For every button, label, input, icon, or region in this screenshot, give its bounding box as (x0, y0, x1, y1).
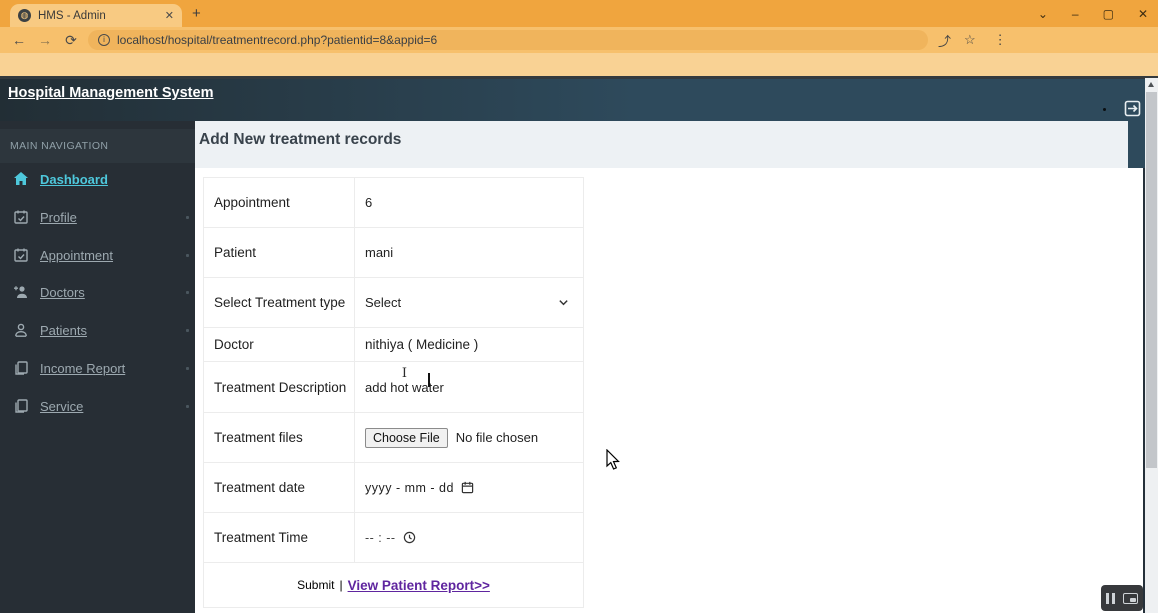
address-bar[interactable]: i localhost/hospital/treatmentrecord.php… (88, 30, 928, 50)
form-row: Treatment Time -- : -- (204, 513, 583, 563)
calendar-check-icon (13, 247, 29, 263)
tab-favicon-globe-icon: ◍ (18, 9, 31, 22)
field-label: Appointment (204, 178, 355, 227)
submenu-caret-icon (186, 328, 189, 332)
home-icon (13, 171, 29, 187)
form-row: Doctor nithiya ( Medicine ) (204, 328, 583, 362)
tab-search-chevron-icon[interactable]: ⌄ (1038, 7, 1048, 21)
file-status-text: No file chosen (455, 430, 539, 445)
tab-title: HMS - Admin (38, 9, 106, 22)
sidebar-section-label: MAIN NAVIGATION (0, 129, 195, 163)
window-maximize-button[interactable]: ▢ (1103, 7, 1114, 21)
form-row: Select Treatment type Select (204, 278, 583, 328)
back-button[interactable]: ← (6, 32, 32, 48)
reload-button[interactable]: ⟳ (58, 32, 84, 49)
appointment-value: 6 (365, 195, 373, 210)
submenu-caret-icon (186, 366, 189, 370)
window-close-button[interactable]: ✕ (1138, 7, 1148, 21)
field-label: Patient (204, 228, 355, 277)
app-title-link[interactable]: Hospital Management System (8, 85, 213, 101)
forward-button[interactable]: → (32, 32, 58, 48)
form-row: Patient mani (204, 228, 583, 278)
sidebar-item-income-report[interactable]: Income Report (0, 349, 195, 387)
sidebar-item-appointment[interactable]: Appointment (0, 236, 195, 274)
choose-file-button[interactable]: Choose File (365, 427, 448, 448)
calendar-check-icon (13, 209, 29, 225)
new-tab-button[interactable]: + (192, 5, 201, 22)
bookmarks-bar (0, 53, 1158, 76)
chevron-down-icon (558, 297, 569, 308)
site-info-icon[interactable]: i (98, 34, 110, 46)
form-row: Appointment 6 (204, 178, 583, 228)
url-text: localhost/hospital/treatmentrecord.php?p… (117, 33, 438, 47)
form-actions: Submit | View Patient Report>> (204, 563, 583, 607)
report-pages-icon (13, 398, 29, 414)
treatment-date-input[interactable]: yyyy - mm - dd (355, 463, 583, 512)
person-icon (13, 322, 29, 338)
field-label: Select Treatment type (204, 278, 355, 327)
sidebar-item-profile[interactable]: Profile (0, 198, 195, 236)
window-minimize-button[interactable]: – (1072, 7, 1079, 21)
submenu-caret-icon (186, 404, 189, 408)
field-label: Treatment date (204, 463, 355, 512)
ibeam-cursor: I (401, 366, 408, 381)
field-label: Treatment Description (204, 362, 355, 412)
share-icon[interactable]: ⤴ (938, 31, 951, 50)
calendar-icon[interactable] (461, 481, 474, 494)
divider-text: | (339, 578, 343, 592)
scrollbar-up-arrow-icon[interactable] (1148, 82, 1154, 87)
logout-icon[interactable] (1124, 100, 1141, 117)
clock-icon[interactable] (403, 531, 416, 544)
sidebar: MAIN NAVIGATION Dashboard Profile Appoin… (0, 121, 195, 613)
tab-close-icon[interactable]: ✕ (165, 9, 174, 22)
treatment-type-select[interactable]: Select (365, 295, 583, 310)
patient-value: mani (365, 245, 394, 260)
scrollbar-thumb[interactable] (1146, 92, 1157, 468)
doctor-value: nithiya ( Medicine ) (365, 337, 479, 352)
field-label: Treatment Time (204, 513, 355, 562)
report-pages-icon (13, 360, 29, 376)
submenu-caret-icon (186, 290, 189, 294)
form-row: Treatment date yyyy - mm - dd (204, 463, 583, 513)
page-title: Add New treatment records (195, 121, 1128, 168)
form-row: Treatment Description add hot water (204, 362, 583, 413)
sidebar-item-patients[interactable]: Patients (0, 311, 195, 349)
field-label: Treatment files (204, 413, 355, 462)
bookmark-star-icon[interactable]: ☆ (964, 32, 976, 48)
treatment-time-input[interactable]: -- : -- (355, 513, 583, 562)
treatment-form: Appointment 6 Patient mani Select Treatm… (203, 177, 584, 608)
browser-menu-icon[interactable]: ⋮ (994, 32, 1007, 48)
header-dot (1103, 108, 1106, 111)
text-caret (428, 373, 430, 387)
mouse-cursor (606, 448, 621, 476)
sidebar-item-doctors[interactable]: Doctors (0, 273, 195, 311)
media-control-overlay[interactable] (1101, 585, 1143, 611)
view-patient-report-link[interactable]: View Patient Report>> (348, 578, 490, 593)
submenu-caret-icon (186, 253, 189, 257)
treatment-description-input[interactable]: add hot water (355, 362, 583, 412)
field-label: Doctor (204, 328, 355, 361)
app-header: Hospital Management System (0, 79, 1158, 121)
sidebar-item-dashboard[interactable]: Dashboard (0, 160, 195, 198)
submenu-caret-icon (186, 215, 189, 219)
picture-in-picture-icon[interactable] (1123, 592, 1138, 604)
pause-icon[interactable] (1106, 592, 1115, 604)
browser-toolbar: ← → ⟳ i localhost/hospital/treatmentreco… (0, 27, 1158, 53)
sidebar-item-service[interactable]: Service (0, 387, 195, 425)
person-add-icon (13, 284, 29, 300)
browser-tab[interactable]: ◍ HMS - Admin ✕ (10, 4, 182, 27)
form-row: Treatment files Choose File No file chos… (204, 413, 583, 463)
submit-button[interactable]: Submit (297, 578, 334, 592)
browser-tab-strip: ◍ HMS - Admin ✕ + ⌄ – ▢ ✕ (0, 0, 1158, 27)
